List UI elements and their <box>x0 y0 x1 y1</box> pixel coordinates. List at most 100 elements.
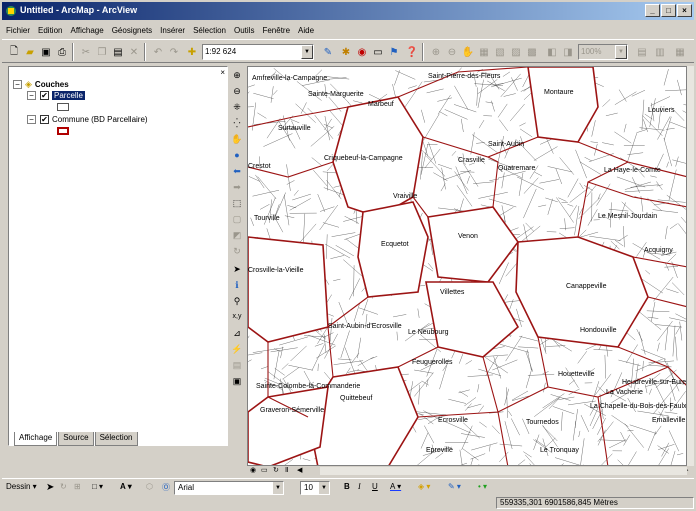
collapse-icon[interactable]: − <box>27 91 36 100</box>
font-size-combo[interactable]: 10 ▼ <box>300 481 330 495</box>
rotate-icon[interactable]: ↻ <box>60 482 67 491</box>
menu-edition[interactable]: Edition <box>38 26 62 35</box>
zoom-percent-combo[interactable]: 100% ▼ <box>578 44 628 60</box>
whats-this-icon[interactable]: ❓ <box>404 44 420 60</box>
undo-icon[interactable]: ↶ <box>150 44 166 60</box>
back-extent-icon[interactable]: ◧ <box>544 44 560 60</box>
menu-inserer[interactable]: Insérer <box>160 26 185 35</box>
hyperlink-icon[interactable]: ⚡ <box>230 342 244 356</box>
open-folder-icon[interactable]: ▰ <box>22 44 38 60</box>
menu-outils[interactable]: Outils <box>234 26 254 35</box>
close-button[interactable]: × <box>677 4 692 17</box>
chevron-down-icon[interactable]: ▼ <box>273 482 283 494</box>
clear-selection-icon[interactable]: ▢ <box>230 212 244 226</box>
back-icon[interactable]: ⬅ <box>230 164 244 178</box>
menu-fenetre[interactable]: Fenêtre <box>262 26 290 35</box>
font-color-icon[interactable]: A ▾ <box>390 482 401 491</box>
toc-layer-parcelle[interactable]: − ✔ Parcelle <box>27 91 85 100</box>
toc-root[interactable]: − ◈ Couches <box>13 79 69 90</box>
full-extent-icon[interactable]: ● <box>230 148 244 162</box>
layout-pan-icon[interactable]: ✋ <box>460 44 476 60</box>
layout-view-icon[interactable]: ▭ <box>261 466 268 474</box>
layer-name[interactable]: Commune (BD Parcellaire) <box>52 115 148 124</box>
line-color-icon[interactable]: ✎ ▾ <box>448 482 461 491</box>
scale-combo[interactable]: 1:92 624 ▼ <box>202 44 314 60</box>
focus-frame-icon[interactable]: ▥ <box>652 44 668 60</box>
map-horizontal-scrollbar[interactable] <box>320 467 687 475</box>
window-icon[interactable]: ▭ <box>370 44 386 60</box>
print-icon[interactable]: ⎙ <box>54 44 70 60</box>
forward-icon[interactable]: ➡ <box>230 180 244 194</box>
tab-selection[interactable]: Sélection <box>94 432 138 446</box>
change-layout-icon[interactable]: ▦ <box>672 44 688 60</box>
layer-symbol[interactable] <box>57 127 69 135</box>
pointer-icon[interactable]: ➤ <box>230 262 244 276</box>
redo-icon[interactable]: ↷ <box>166 44 182 60</box>
select-elements-icon[interactable]: ➤ <box>46 482 54 493</box>
layout-zoom-in-icon[interactable]: ⊕ <box>428 44 444 60</box>
forward-extent-icon[interactable]: ◨ <box>560 44 576 60</box>
chevron-down-icon[interactable]: ▼ <box>301 45 313 59</box>
toc-layer-commune[interactable]: − ✔ Commune (BD Parcellaire) <box>27 115 148 124</box>
collapse-icon[interactable]: − <box>27 115 36 124</box>
layer-symbol[interactable] <box>57 103 69 111</box>
new-document-icon[interactable]: 🗋 <box>6 44 22 60</box>
dessin-menu[interactable]: Dessin ▾ <box>6 482 37 491</box>
find-icon[interactable]: ⚲ <box>230 294 244 308</box>
fixed-zoom-out-icon[interactable]: ▩ <box>524 44 540 60</box>
select-features-icon[interactable]: ⬚ <box>230 196 244 210</box>
layer-name[interactable]: Parcelle <box>52 91 85 100</box>
minimize-button[interactable]: _ <box>645 4 660 17</box>
rotate-icon[interactable]: ↻ <box>230 244 244 258</box>
measure-icon[interactable]: ⊿ <box>230 326 244 340</box>
copy-icon[interactable]: ❐ <box>94 44 110 60</box>
fill-color-icon[interactable]: ◈ ▾ <box>418 482 430 491</box>
toggle-draft-icon[interactable]: ▤ <box>634 44 650 60</box>
marker-color-icon[interactable]: • ▾ <box>478 482 487 491</box>
html-popup-icon[interactable]: ▤ <box>230 358 244 372</box>
zoom-out-icon[interactable]: ⊖ <box>230 84 244 98</box>
save-icon[interactable]: ▣ <box>38 44 54 60</box>
scroll-left-icon[interactable]: ◀ <box>297 466 302 474</box>
refresh-icon[interactable]: ↻ <box>273 466 279 474</box>
font-combo[interactable]: Arial ▼ <box>174 481 284 495</box>
close-icon[interactable]: × <box>220 68 225 77</box>
tab-source[interactable]: Source <box>58 432 94 446</box>
bold-button[interactable]: B <box>344 482 350 491</box>
menu-selection[interactable]: Sélection <box>193 26 226 35</box>
underline-button[interactable]: U <box>372 482 378 491</box>
chevron-down-icon[interactable]: ▼ <box>615 45 627 59</box>
fixed-zoom-in-icon[interactable]: ▨ <box>508 44 524 60</box>
zoom-in-icon[interactable]: ⊕ <box>230 68 244 82</box>
editor-toolbar-icon[interactable]: ✎ <box>320 44 336 60</box>
map-vertical-scrollbar[interactable] <box>687 66 694 466</box>
tab-affichage[interactable]: Affichage <box>14 432 58 446</box>
map-display[interactable]: Amfreville-la-Campagne Sainte-Marguerite… <box>247 66 687 466</box>
rectangle-tool-icon[interactable]: □ ▾ <box>92 482 103 491</box>
cut-icon[interactable]: ✂ <box>78 44 94 60</box>
text-tool-icon[interactable]: A ▾ <box>120 482 132 491</box>
menu-affichage[interactable]: Affichage <box>70 26 103 35</box>
arctoolbox-icon[interactable]: ✱ <box>338 44 354 60</box>
delete-icon[interactable]: ✕ <box>126 44 142 60</box>
time-slider-icon[interactable]: ▣ <box>230 374 244 388</box>
italic-button[interactable]: I <box>358 482 361 491</box>
fixed-zoom-in-icon[interactable]: ⁜ <box>230 100 244 114</box>
edit-vertices-icon[interactable]: ⬡ <box>146 482 153 491</box>
layer-visibility-checkbox[interactable]: ✔ <box>40 91 49 100</box>
zoom-whole-page-icon[interactable]: ⊞ <box>74 482 81 491</box>
layout-zoom-out-icon[interactable]: ⊖ <box>444 44 460 60</box>
arccatalog-icon[interactable]: ◉ <box>354 44 370 60</box>
zoom-whole-page-icon[interactable]: ▦ <box>476 44 492 60</box>
menu-geosignets[interactable]: Géosignets <box>112 26 152 35</box>
pause-drawing-icon[interactable]: Ⅱ <box>285 466 288 474</box>
chevron-down-icon[interactable]: ▼ <box>319 482 329 494</box>
pan-icon[interactable]: ✋ <box>230 132 244 146</box>
fixed-zoom-out-icon[interactable]: ⁛ <box>230 116 244 130</box>
add-data-icon[interactable]: ✚ <box>184 44 200 60</box>
menu-fichier[interactable]: Fichier <box>6 26 30 35</box>
identify-icon[interactable]: ℹ <box>230 278 244 292</box>
select-elements-icon[interactable]: ◩ <box>230 228 244 242</box>
data-view-icon[interactable]: ◉ <box>250 466 256 474</box>
maximize-button[interactable]: □ <box>661 4 676 17</box>
